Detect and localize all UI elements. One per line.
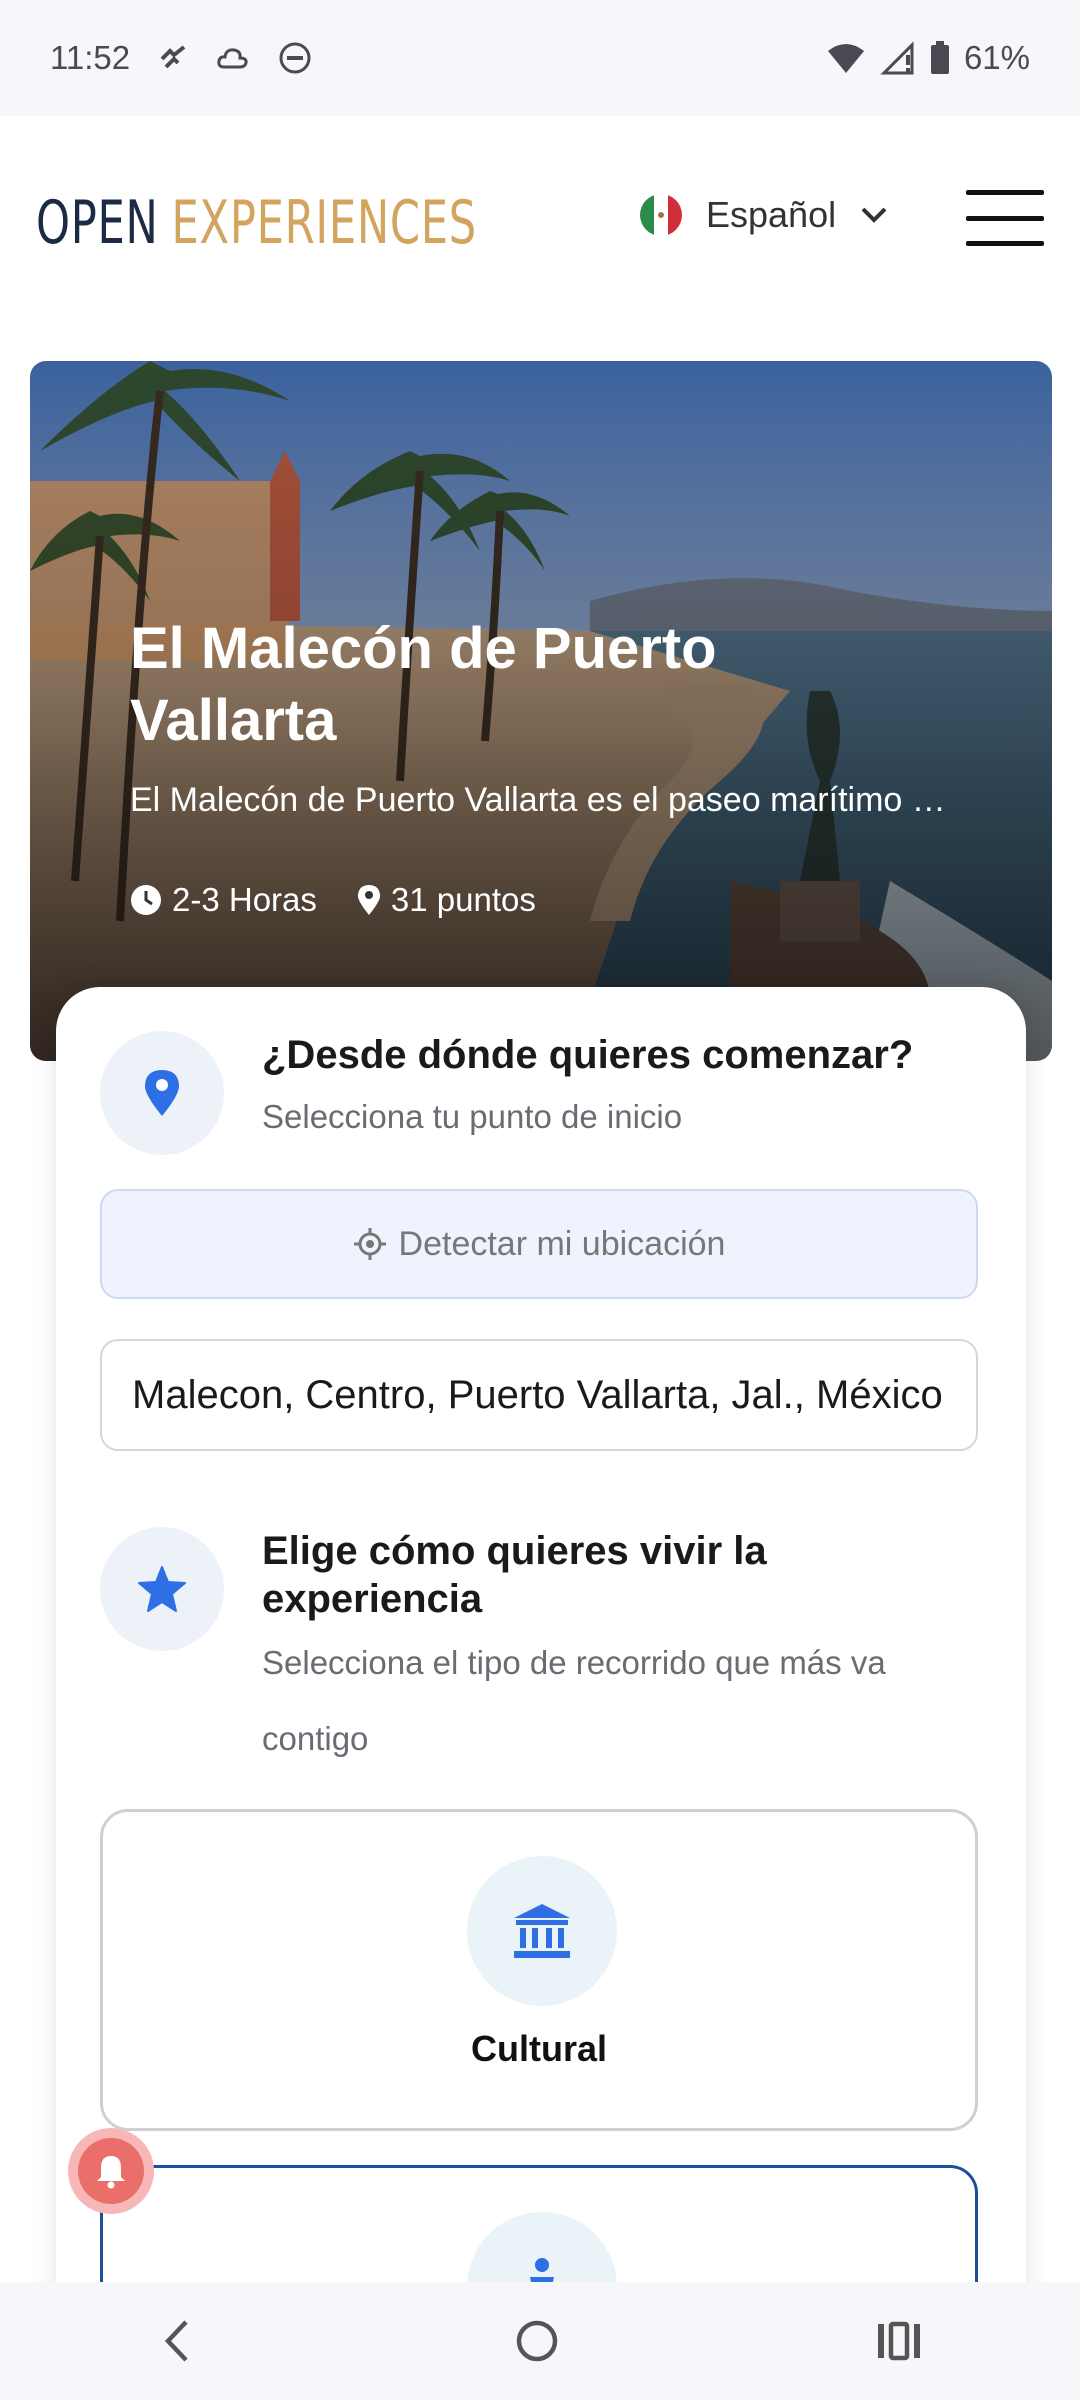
- status-bar: 11:52 61%: [0, 0, 1080, 116]
- map-pin-icon: [357, 885, 380, 915]
- logo-part-open: OPEN: [36, 188, 159, 258]
- points-info: 31 puntos: [357, 881, 536, 919]
- points-label: 31 puntos: [390, 881, 536, 918]
- star-icon: [138, 1566, 186, 1612]
- option-cultural[interactable]: Cultural: [100, 1809, 978, 2131]
- start-step-subtitle: Selecciona tu punto de inicio: [262, 1098, 683, 1135]
- missed-call-icon: [160, 45, 186, 69]
- start-step-header: ¿Desde dónde quieres comenzar? Seleccion…: [100, 1031, 913, 1155]
- menu-line: [966, 215, 1044, 221]
- home-icon[interactable]: [513, 2317, 561, 2365]
- experience-step-title: Elige cómo quieres vivir la experiencia: [262, 1529, 767, 1621]
- experience-step-header: Elige cómo quieres vivir la experiencia …: [100, 1527, 982, 1777]
- experience-step-text: Elige cómo quieres vivir la experiencia …: [262, 1527, 982, 1777]
- crosshair-icon: [353, 1228, 386, 1260]
- museum-icon-circle: [467, 1856, 617, 2006]
- location-pin-icon: [144, 1070, 180, 1116]
- start-step-title: ¿Desde dónde quieres comenzar?: [262, 1033, 914, 1077]
- star-icon-circle: [100, 1527, 224, 1651]
- circle-badge-icon: [279, 42, 311, 74]
- mexico-flag-icon: [640, 194, 682, 236]
- location-icon-circle: [100, 1031, 224, 1155]
- language-selector[interactable]: Español: [640, 194, 888, 236]
- site-header: OPEN EXPERIENCES Español: [0, 116, 1080, 316]
- start-step-text: ¿Desde dónde quieres comenzar? Seleccion…: [262, 1031, 913, 1155]
- notification-inner: [78, 2138, 144, 2204]
- brand-logo[interactable]: OPEN EXPERIENCES: [36, 188, 477, 258]
- detect-location-label: Detectar mi ubicación: [398, 1224, 726, 1263]
- cloud-icon: [217, 48, 248, 69]
- hamburger-menu-icon[interactable]: [966, 190, 1044, 246]
- duration-label: 2-3 Horas: [172, 881, 317, 918]
- status-time: 11:52: [50, 39, 131, 76]
- experience-step-subtitle: Selecciona el tipo de recorrido que más …: [262, 1644, 886, 1757]
- bell-icon: [97, 2156, 125, 2189]
- status-left: 11:52: [50, 39, 312, 77]
- hero-description: El Malecón de Puerto Vallarta es el pase…: [130, 781, 970, 819]
- museum-icon: [514, 1904, 570, 1958]
- start-address-input[interactable]: [100, 1339, 978, 1451]
- chevron-down-icon: [861, 207, 887, 223]
- notification-bell-button[interactable]: [68, 2128, 154, 2214]
- signal-icon: [880, 41, 914, 75]
- hero-banner[interactable]: El Malecón de Puerto Vallarta El Malecón…: [30, 361, 1052, 1061]
- recents-icon[interactable]: [876, 2320, 922, 2362]
- language-label: Español: [706, 194, 837, 235]
- option-cultural-label: Cultural: [470, 2028, 607, 2069]
- back-icon[interactable]: [158, 2318, 198, 2364]
- detect-location-button[interactable]: Detectar mi ubicación: [100, 1189, 978, 1299]
- status-right: 61%: [826, 39, 1030, 77]
- menu-line: [966, 241, 1044, 246]
- clock-icon: [131, 885, 161, 915]
- battery-percent: 61%: [963, 39, 1030, 76]
- menu-line: [966, 190, 1044, 195]
- wifi-icon: [827, 44, 864, 73]
- logo-part-experiences: EXPERIENCES: [171, 188, 477, 258]
- duration-info: 2-3 Horas: [130, 881, 317, 919]
- hero-meta: 2-3 Horas 31 puntos: [130, 881, 536, 919]
- battery-icon: [930, 41, 949, 74]
- planner-card: ¿Desde dónde quieres comenzar? Seleccion…: [56, 987, 1026, 2387]
- system-nav-bar: [0, 2282, 1080, 2400]
- hero-title: El Malecón de Puerto Vallarta: [130, 616, 717, 753]
